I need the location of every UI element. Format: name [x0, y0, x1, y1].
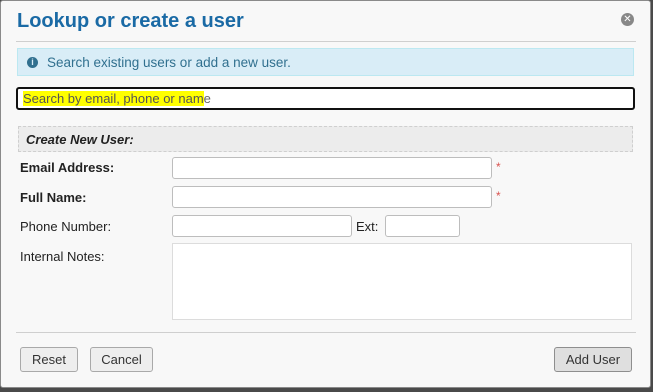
- reset-button[interactable]: Reset: [20, 347, 78, 372]
- email-label: Email Address:: [20, 160, 115, 175]
- ext-field[interactable]: [385, 215, 460, 237]
- phone-label: Phone Number:: [20, 219, 112, 234]
- email-field[interactable]: [172, 157, 492, 179]
- add-user-button[interactable]: Add User: [554, 347, 632, 372]
- title-divider: [16, 41, 636, 42]
- search-placeholder-highlighted: Search by email, phone or nam: [23, 91, 204, 106]
- search-placeholder-rest: e: [203, 91, 211, 106]
- lookup-user-dialog: Lookup or create a user ✕ i Search exist…: [0, 0, 651, 388]
- full-name-required-mark: *: [496, 189, 501, 203]
- cancel-button[interactable]: Cancel: [90, 347, 153, 372]
- phone-field[interactable]: [172, 215, 352, 237]
- ext-label: Ext:: [356, 219, 379, 234]
- close-icon[interactable]: ✕: [621, 13, 634, 26]
- full-name-field[interactable]: [172, 186, 492, 208]
- search-input[interactable]: Search by email, phone or name: [16, 87, 635, 110]
- internal-notes-textarea[interactable]: [172, 243, 632, 320]
- email-required-mark: *: [496, 160, 501, 174]
- full-name-label: Full Name:: [20, 190, 87, 205]
- create-user-section-header: Create New User:: [18, 126, 633, 152]
- info-text: Search existing users or add a new user.: [47, 54, 291, 70]
- footer-divider: [16, 332, 636, 333]
- dialog-title: Lookup or create a user: [17, 10, 244, 32]
- notes-label: Internal Notes:: [20, 249, 105, 264]
- info-alert: i Search existing users or add a new use…: [17, 48, 634, 76]
- info-icon: i: [27, 56, 38, 68]
